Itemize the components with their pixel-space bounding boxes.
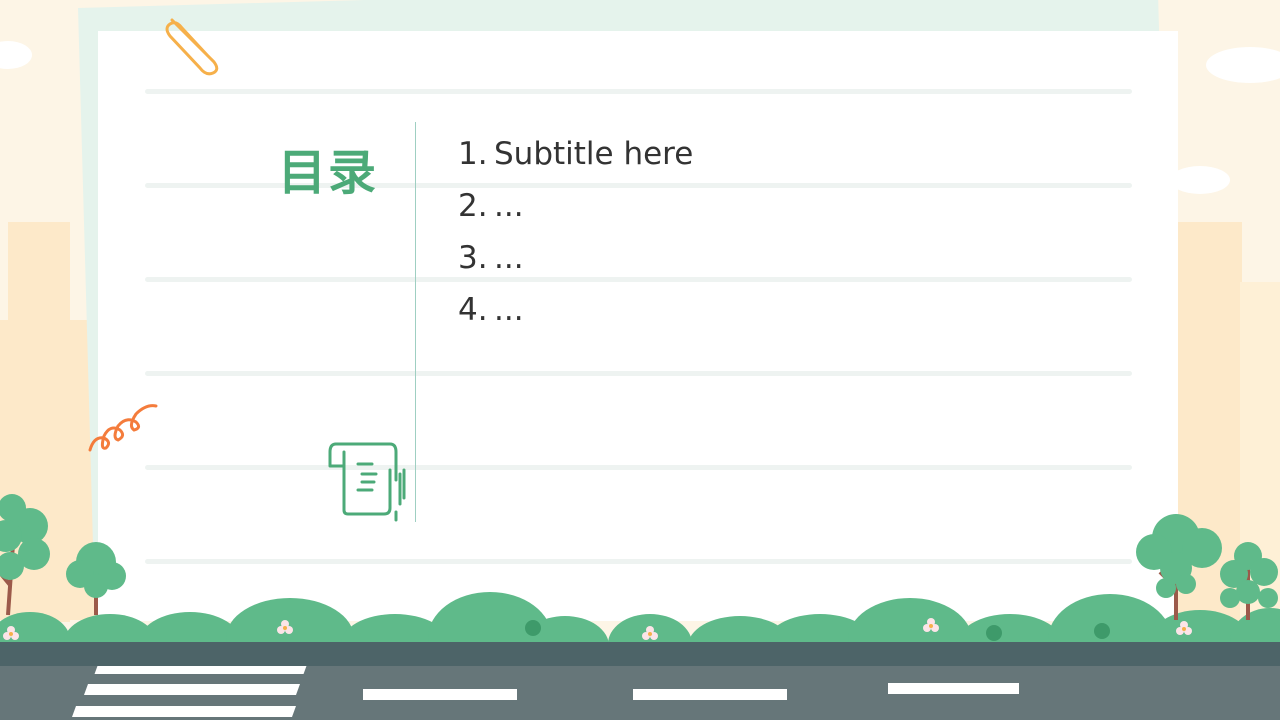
squiggle-icon [88,404,158,452]
lane-stripe [633,689,787,700]
paper-rule [145,89,1132,94]
paper-rule [145,559,1132,564]
cloud-right-small-icon [1170,166,1230,194]
toc-item-number: 1. [458,136,488,172]
toc-item-number: 3. [458,240,488,276]
scroll-document-icon [328,442,406,522]
toc-item-text: ... [494,188,524,224]
cloud-right-icon [1206,47,1280,83]
toc-item-text: ... [494,292,524,328]
toc-item-text: ... [494,240,524,276]
road-curb [0,642,1280,668]
paper-rule [145,371,1132,376]
vertical-divider [415,122,416,522]
toc-item[interactable]: 4.... [458,284,693,336]
cloud-left-icon [0,41,32,69]
paper-rule [145,465,1132,470]
hills-decoration [0,592,1280,650]
crosswalk-stripe [83,684,301,695]
crosswalk-stripe [71,706,297,717]
tree-icon [1136,514,1278,620]
toc-item[interactable]: 2.... [458,180,693,232]
tree-icon [0,494,126,616]
lane-stripe [363,689,517,700]
toc-item[interactable]: 1. Subtitle here [458,128,693,180]
crosswalk-stripe [94,666,307,674]
toc-item-number: 2. [458,188,488,224]
toc-title: 目录 [278,145,379,201]
toc-item-text: Subtitle here [494,136,694,172]
lane-stripe [888,683,1019,694]
toc-item[interactable]: 3.... [458,232,693,284]
paperclip-icon [165,18,219,76]
toc-list: 1. Subtitle here 2.... 3.... 4.... [458,128,693,336]
toc-item-number: 4. [458,292,488,328]
